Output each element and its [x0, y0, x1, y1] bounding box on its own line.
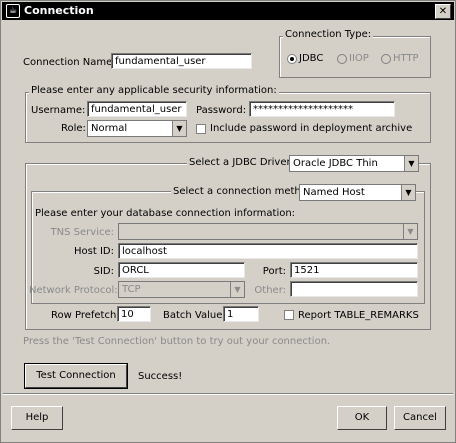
include-password-checkbox[interactable] [196, 124, 206, 134]
tns-service-select[interactable]: ▼ [118, 223, 418, 240]
batch-value-input[interactable]: 1 [223, 306, 259, 322]
network-protocol-select[interactable]: TCP ▼ [118, 281, 245, 298]
sid-label: SID: [93, 266, 114, 277]
iiop-radio-label: IIOP [349, 53, 369, 64]
driver-label: Select a JDBC Driver: [187, 157, 296, 168]
connection-method-value: Named Host [303, 187, 365, 198]
connection-dialog: ☕ Connection ✕ Connection Name: fundamen… [0, 0, 456, 443]
close-button[interactable]: ✕ [435, 4, 451, 19]
chevron-down-icon[interactable]: ▼ [401, 185, 415, 200]
jdbc-radio-label: JDBC [299, 53, 324, 64]
driver-select-value: Oracle JDBC Thin [293, 158, 378, 169]
tns-service-label: TNS Service: [50, 227, 114, 238]
connection-type-title: Connection Type: [283, 29, 374, 40]
driver-select[interactable]: Oracle JDBC Thin ▼ [289, 155, 419, 172]
db-info-title: Please enter your database connection in… [35, 208, 296, 219]
connection-name-label: Connection Name: [23, 57, 116, 68]
password-label: Password: [196, 105, 247, 116]
security-title: Please enter any applicable security inf… [29, 85, 279, 96]
row-prefetch-label: Row Prefetch: [51, 310, 120, 321]
jdbc-radio[interactable] [287, 54, 297, 64]
role-select-value: Normal [91, 123, 128, 134]
host-id-input[interactable]: localhost [118, 243, 418, 259]
title-bar: ☕ Connection ✕ [2, 2, 454, 20]
chevron-down-icon[interactable]: ▼ [230, 282, 244, 297]
port-label: Port: [262, 266, 286, 277]
row-prefetch-input[interactable]: 10 [117, 306, 151, 322]
connection-method-label: Select a connection method: [171, 186, 319, 197]
java-cup-icon: ☕ [6, 4, 20, 18]
report-table-remarks-checkbox[interactable] [284, 310, 294, 320]
sid-input[interactable]: ORCL [118, 262, 245, 278]
host-id-label: Host ID: [74, 246, 114, 257]
username-input[interactable]: fundamental_user [87, 101, 187, 117]
password-input[interactable]: ******************** [249, 101, 395, 117]
help-button[interactable]: Help [11, 406, 63, 430]
http-radio[interactable] [381, 54, 391, 64]
network-protocol-value: TCP [122, 284, 141, 295]
chevron-down-icon[interactable]: ▼ [172, 121, 186, 136]
connection-name-input[interactable]: fundamental_user [111, 53, 252, 69]
window-title: Connection [24, 4, 94, 17]
iiop-radio[interactable] [337, 54, 347, 64]
batch-value-label: Batch Value: [163, 310, 226, 321]
port-input[interactable]: 1521 [290, 262, 418, 278]
cancel-button[interactable]: Cancel [394, 406, 446, 430]
chevron-down-icon[interactable]: ▼ [404, 156, 418, 171]
other-label: Other: [254, 285, 286, 296]
other-input[interactable] [290, 281, 418, 297]
username-label: Username: [31, 105, 86, 116]
include-password-label: Include password in deployment archive [210, 123, 413, 134]
chevron-down-icon[interactable]: ▼ [403, 224, 417, 239]
security-group [25, 92, 431, 143]
connection-method-select[interactable]: Named Host ▼ [299, 184, 416, 201]
role-select[interactable]: Normal ▼ [87, 120, 187, 137]
test-connection-status: Success! [138, 371, 183, 382]
http-radio-label: HTTP [393, 53, 419, 64]
footer-separator [3, 393, 453, 395]
test-connection-button[interactable]: Test Connection [24, 363, 128, 389]
report-table-remarks-label: Report TABLE_REMARKS [298, 310, 419, 321]
role-label: Role: [61, 123, 86, 134]
test-connection-hint: Press the 'Test Connection' button to tr… [23, 336, 331, 347]
network-protocol-label: Network Protocol: [29, 285, 118, 296]
ok-button[interactable]: OK [337, 406, 387, 430]
